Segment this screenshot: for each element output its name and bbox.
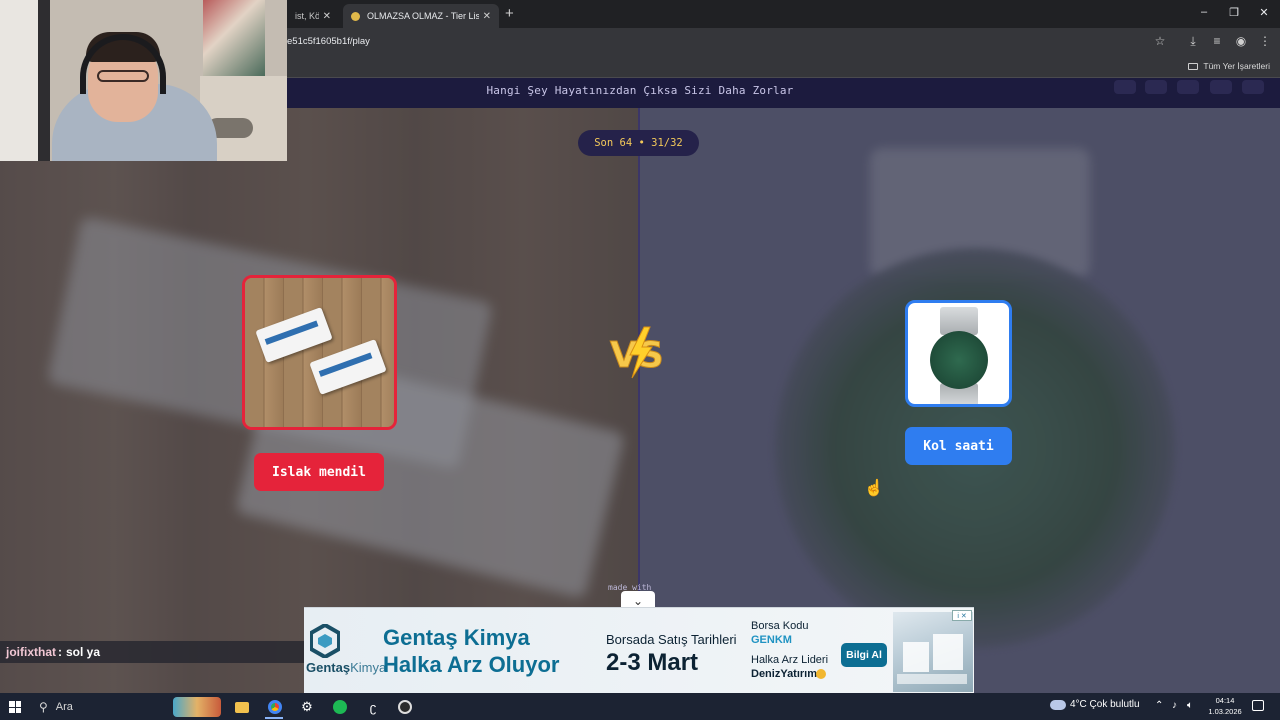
windows-start-icon[interactable] <box>9 701 21 713</box>
webcam-overlay <box>0 0 287 161</box>
spotify-icon[interactable] <box>330 697 350 717</box>
ad-cta-button[interactable]: Bilgi Al <box>841 643 887 667</box>
close-window-icon[interactable]: ✕ <box>1254 6 1274 19</box>
right-option-image[interactable] <box>905 300 1012 407</box>
ad-broker: DenizYatırım <box>751 668 818 680</box>
tab-close-icon[interactable]: ✕ <box>323 11 331 22</box>
new-tab-button[interactable]: + <box>505 5 514 22</box>
ad-code-label: Borsa Kodu <box>751 620 809 632</box>
tray-chevron-icon[interactable]: ⌃ <box>1155 700 1163 711</box>
notification-icon[interactable] <box>1252 700 1264 711</box>
chrome-icon[interactable] <box>265 697 285 717</box>
ad-date-label: Borsada Satış Tarihleri <box>606 632 737 647</box>
ad-leader-label: Halka Arz Lideri <box>751 654 829 666</box>
ad-building-image <box>893 612 973 692</box>
right-option-button[interactable]: Kol saati <box>905 427 1012 465</box>
mouse-cursor-icon: ☝ <box>864 480 884 497</box>
webcam-poster <box>203 0 265 76</box>
search-icon: ⚲ <box>39 700 48 714</box>
ad-banner[interactable]: GentaşKimya Gentaş Kimya Halka Arz Oluyo… <box>304 607 974 693</box>
active-app-indicator <box>265 717 283 719</box>
ad-brand-logo: GentaşKimya <box>306 660 386 675</box>
media-icon[interactable]: ≡ <box>1209 34 1225 48</box>
minimize-icon[interactable]: – <box>1194 6 1214 18</box>
settings-icon[interactable]: ⚙ <box>297 697 317 717</box>
tab-title: OLMAZSA OLMAZ - Tier List, K <box>367 11 479 21</box>
clock-time: 04:14 <box>1215 696 1235 705</box>
vs-badge: VS <box>610 326 664 379</box>
header-button[interactable] <box>1145 80 1167 94</box>
screen: ist, Kör S ✕ OLMAZSA OLMAZ - Tier List, … <box>0 0 1280 720</box>
chat-username: joifixthat <box>6 645 56 659</box>
watch-face <box>930 331 988 389</box>
folder-icon <box>1188 62 1199 70</box>
ad-brand-suffix: Kimya <box>350 660 387 675</box>
recording-app-icon[interactable] <box>395 697 415 717</box>
bookmark-star-icon[interactable]: ☆ <box>1152 34 1168 48</box>
bookmarks-label: Tüm Yer İşaretleri <box>1203 61 1270 71</box>
chat-separator: : <box>58 645 62 659</box>
header-button[interactable] <box>1177 80 1199 94</box>
app-icon[interactable]: ʗ <box>363 697 383 717</box>
clock-date: 1.03.2026 <box>1208 707 1242 716</box>
tab-close-icon[interactable]: ✕ <box>483 11 491 22</box>
header-button[interactable] <box>1242 80 1264 94</box>
round-counter: Son 64 • 31/32 <box>578 130 699 156</box>
ad-brand: Gentaş <box>306 660 351 675</box>
webcam-background <box>0 0 38 161</box>
search-placeholder: Ara <box>55 701 73 713</box>
glasses-icon <box>97 70 149 82</box>
cloud-icon <box>1050 699 1066 710</box>
volume-icon[interactable]: 🔈︎ <box>1187 700 1193 711</box>
tab-favicon-icon <box>351 11 360 21</box>
stream-chat-message: joifixthat : sol ya <box>0 641 304 663</box>
download-icon[interactable]: ⤓ <box>1185 34 1201 49</box>
weather-text: 4°C Çok bulutlu <box>1070 699 1140 710</box>
all-bookmarks-folder[interactable]: Tüm Yer İşaretleri <box>1188 61 1270 71</box>
broker-sun-icon <box>816 669 826 679</box>
menu-icon[interactable]: ⋮ <box>1257 34 1273 48</box>
header-button[interactable] <box>1114 80 1136 94</box>
tab-active[interactable]: OLMAZSA OLMAZ - Tier List, K ✕ <box>343 4 499 28</box>
ad-code: GENKM <box>751 634 792 646</box>
left-option-button[interactable]: Islak mendil <box>254 453 384 491</box>
file-explorer-icon[interactable] <box>232 697 252 717</box>
profile-icon[interactable]: ◉ <box>1233 34 1249 48</box>
webcam-background <box>38 0 50 161</box>
chat-text: sol ya <box>66 645 101 659</box>
ad-info-badge[interactable]: i ✕ <box>952 610 972 621</box>
tab-inactive[interactable]: ist, Kör S ✕ <box>287 4 339 28</box>
header-button[interactable] <box>1210 80 1232 94</box>
page-content: Hangi Şey Hayatınızdan Çıksa Sizi Daha Z… <box>0 78 1280 693</box>
weather-widget[interactable]: 4°C Çok bulutlu <box>1050 699 1140 710</box>
ad-headline-1: Gentaş Kimya <box>383 625 530 650</box>
search-highlight-image[interactable] <box>173 697 221 717</box>
ad-date: 2-3 Mart <box>606 649 699 676</box>
restore-icon[interactable]: ❐ <box>1224 6 1244 19</box>
ad-headline-2: Halka Arz Oluyor <box>383 652 560 677</box>
microphone-icon[interactable]: ♪ <box>1172 700 1177 711</box>
system-clock[interactable]: 04:14 1.03.2026 <box>1203 695 1247 717</box>
gentas-logo-icon <box>310 624 340 658</box>
left-option-image[interactable] <box>242 275 397 430</box>
tab-title: ist, Kör S <box>295 11 319 21</box>
url-field[interactable]: e51c5f1605b1f/play <box>287 36 370 47</box>
